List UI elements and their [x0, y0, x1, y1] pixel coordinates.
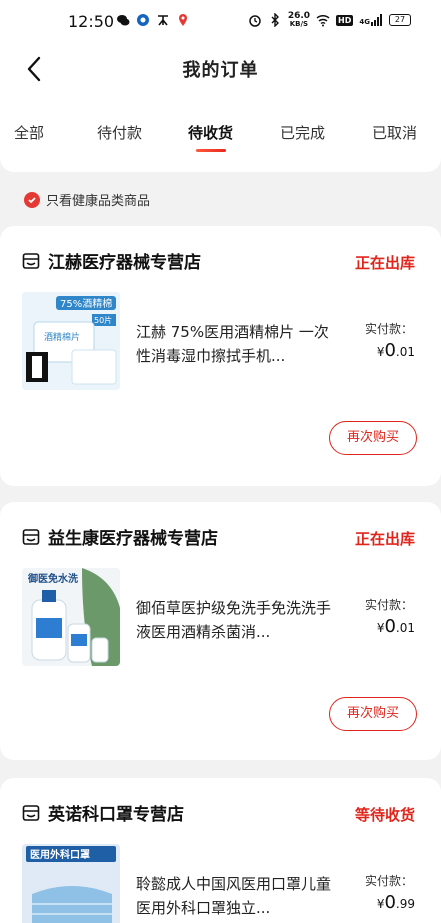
- order-status: 等待收货: [354, 806, 415, 824]
- order-card[interactable]: 江赫医疗器械专营店 正在出库 75%酒精棉 50片 酒精棉片 江赫 75%医用酒…: [0, 226, 441, 486]
- paid-label: 实付款：: [364, 598, 413, 612]
- page-title: 我的订单: [182, 60, 259, 81]
- shop-name: 益生康医疗器械专营店: [48, 529, 218, 549]
- tab-pending-receipt[interactable]: 待收货: [188, 122, 233, 143]
- active-tab-indicator: [196, 149, 226, 152]
- text-icon: [158, 15, 168, 26]
- tab-pending-payment[interactable]: 待付款: [97, 122, 142, 143]
- wifi-icon: [316, 14, 330, 27]
- order-card[interactable]: 益生康医疗器械专营店 正在出库 御医免水洗 御佰草医护级免洗手免洗洗手液医用酒精…: [0, 502, 441, 760]
- app-dot-icon: [137, 14, 149, 26]
- product-thumbnail[interactable]: 御医免水洗: [22, 568, 120, 666]
- shop-icon: [22, 804, 40, 821]
- alcohol-pad-image: 75%酒精棉 50片 酒精棉片: [22, 292, 120, 390]
- price-decimal: .99: [395, 897, 415, 911]
- face-mask-image: 医用外科口罩: [22, 844, 120, 923]
- health-filter[interactable]: 只看健康品类商品: [24, 190, 150, 209]
- signal-label: 4G: [359, 18, 370, 26]
- signal-indicator: 4G: [359, 14, 383, 26]
- paid-label: 实付款：: [364, 874, 413, 888]
- shop-icon: [22, 528, 40, 545]
- buy-again-button[interactable]: 再次购买: [329, 421, 417, 455]
- shop-row[interactable]: 英诺科口罩专营店: [22, 800, 184, 825]
- status-time: 12:50: [68, 12, 115, 31]
- product-title[interactable]: 御佰草医护级免洗手免洗洗手液医用酒精杀菌消...: [136, 596, 336, 644]
- price: ¥0.01: [377, 616, 415, 637]
- signal-icon: [371, 14, 382, 26]
- thumb-text: 75%酒精棉: [60, 297, 112, 310]
- product-thumbnail[interactable]: 75%酒精棉 50片 酒精棉片: [22, 292, 120, 390]
- price-integer: 0: [384, 340, 396, 361]
- header: 我的订单 全部 待付款 待收货 已完成 已取消: [0, 44, 441, 172]
- status-bar: 12:50 26.0 KB/S HD 4G 27: [0, 0, 441, 44]
- checkmark-icon[interactable]: [24, 191, 40, 208]
- tab-all[interactable]: 全部: [14, 122, 44, 143]
- shop-icon: [22, 252, 40, 269]
- shop-name: 英诺科口罩专营店: [48, 805, 184, 825]
- shop-row[interactable]: 江赫医疗器械专营店: [22, 248, 201, 273]
- order-status: 正在出库: [354, 254, 415, 272]
- filter-label: 只看健康品类商品: [46, 194, 151, 209]
- product-thumbnail[interactable]: 医用外科口罩: [22, 844, 120, 923]
- alarm-icon: [249, 15, 261, 27]
- network-speed-unit: KB/S: [289, 20, 309, 28]
- tab-completed[interactable]: 已完成: [280, 122, 325, 143]
- price: ¥0.01: [377, 340, 415, 361]
- paid-label: 实付款：: [364, 322, 413, 336]
- network-speed-value: 26.0: [287, 11, 311, 21]
- wechat-icon: [117, 15, 130, 26]
- hd-badge: HD: [336, 14, 354, 26]
- network-speed: 26.0 KB/S: [287, 11, 311, 29]
- thumb-label: 酒精棉片: [44, 331, 80, 343]
- order-tabs: 全部 待付款 待收货 已完成 已取消: [0, 122, 441, 152]
- price-decimal: .01: [395, 621, 415, 635]
- tab-cancelled[interactable]: 已取消: [372, 122, 417, 143]
- location-pin-icon: [179, 14, 187, 26]
- thumb-text: 御医免水洗: [27, 572, 78, 585]
- battery-icon: 27: [389, 14, 411, 26]
- buy-again-button[interactable]: 再次购买: [329, 697, 417, 731]
- shop-name: 江赫医疗器械专营店: [48, 253, 201, 273]
- shop-row[interactable]: 益生康医疗器械专营店: [22, 524, 218, 549]
- notification-icons: [116, 13, 190, 27]
- hand-sanitizer-image: 御医免水洗: [22, 568, 120, 666]
- product-title[interactable]: 江赫 75%医用酒精棉片 一次性消毒湿巾擦拭手机...: [136, 320, 336, 368]
- order-card[interactable]: 英诺科口罩专营店 等待收货 医用外科口罩 聆懿成人中国风医用口罩儿童医用外科口罩…: [0, 778, 441, 923]
- product-title[interactable]: 聆懿成人中国风医用口罩儿童医用外科口罩独立...: [136, 872, 336, 920]
- thumb-count: 50片: [94, 315, 112, 325]
- price: ¥0.99: [377, 892, 415, 913]
- bluetooth-icon: [271, 13, 279, 27]
- price-integer: 0: [384, 892, 396, 913]
- price-decimal: .01: [395, 345, 415, 359]
- order-status: 正在出库: [354, 530, 415, 548]
- system-icons: 26.0 KB/S HD 4G 27: [248, 12, 411, 28]
- price-integer: 0: [384, 616, 396, 637]
- thumb-text: 医用外科口罩: [30, 848, 90, 861]
